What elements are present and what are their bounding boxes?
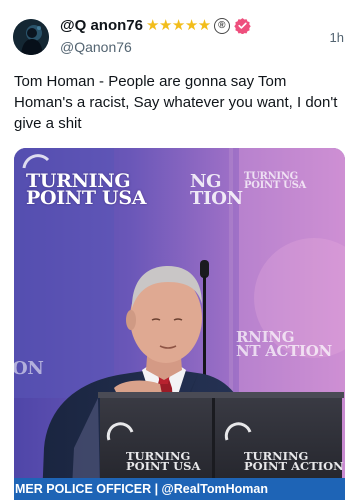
backdrop-sign-right-lower-line2: NT ACTION — [236, 341, 332, 360]
backdrop-sign-middle-line2: TION — [190, 187, 243, 209]
backdrop-sign-left-line2: POINT USA — [26, 187, 147, 210]
avatar[interactable] — [13, 19, 49, 55]
display-name[interactable]: @Q anon76 — [60, 17, 143, 34]
podium-logo-right-line2: POINT ACTION — [244, 459, 344, 474]
backdrop-sign-middle: NG TION — [190, 173, 243, 209]
podium-logo-left-line2: POINT USA — [126, 459, 201, 474]
post-timestamp[interactable]: 1h — [330, 30, 344, 45]
backdrop-sign-right: TURNING POINT USA — [244, 171, 306, 192]
registered-mark-icon: ® — [213, 17, 230, 34]
podium-logo-right: TURNING POINT ACTION — [244, 450, 344, 474]
star-icon: ★ — [171, 17, 186, 34]
caption-banner: MER POLICE OFFICER | @RealTomHoman — [14, 478, 345, 500]
star-icon: ★ — [197, 17, 212, 34]
post-text: Tom Homan - People are gonna say Tom Hom… — [14, 73, 338, 132]
video-thumbnail[interactable]: TURNING POINT USA NG TION TURNING POINT … — [14, 148, 345, 500]
post-card: @Q anon76 ★ ★ ★ ★ ★ ® @Qanon76 1h Tom Ho… — [0, 0, 359, 500]
backdrop-sign-lower-left: ON — [14, 358, 44, 379]
verified-badge-icon — [234, 18, 251, 34]
backdrop-sign-right-line2: POINT USA — [244, 180, 306, 192]
backdrop-sign-left: TURNING POINT USA — [26, 171, 147, 210]
star-rating: ★ ★ ★ ★ ★ — [146, 18, 211, 33]
backdrop-sign-right-lower: RNING NT ACTION — [236, 330, 332, 360]
star-icon: ★ — [145, 17, 160, 34]
user-handle[interactable]: @Qanon76 — [60, 39, 132, 55]
author-name-row: @Q anon76 ★ ★ ★ ★ ★ ® — [60, 17, 251, 34]
star-icon: ★ — [184, 17, 199, 34]
podium-logo-left: TURNING POINT USA — [126, 450, 201, 474]
star-icon: ★ — [158, 17, 173, 34]
